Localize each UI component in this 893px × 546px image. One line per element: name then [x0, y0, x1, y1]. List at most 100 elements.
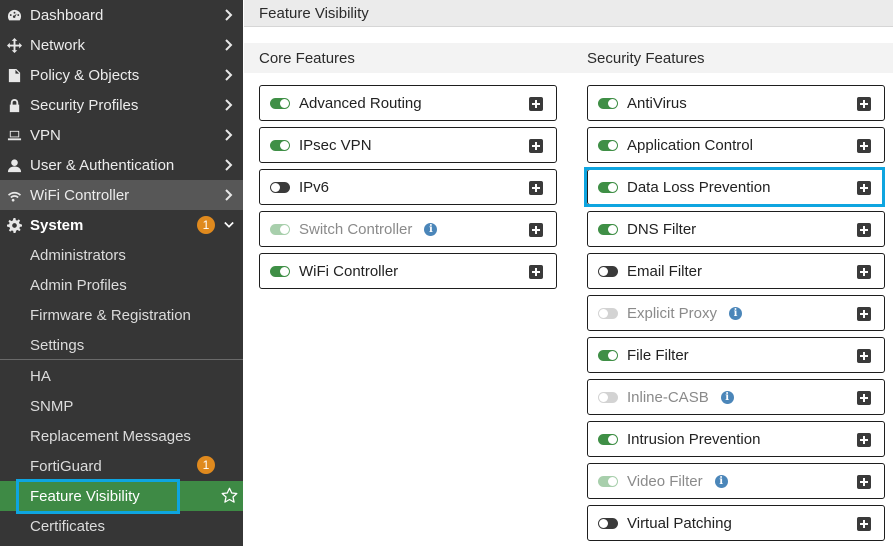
feature-label: Application Control — [627, 136, 753, 154]
sub-item-snmp[interactable]: SNMP — [0, 391, 243, 421]
feature-label: DNS Filter — [627, 220, 697, 238]
nav-user-authentication[interactable]: User & Authentication — [0, 150, 243, 180]
toggle-switch[interactable] — [270, 181, 290, 193]
page-title: Feature Visibility — [244, 0, 893, 27]
feature-label: Data Loss Prevention — [627, 178, 771, 196]
feature-label: IPv6 — [299, 178, 330, 196]
feature-wifi-controller: WiFi Controller — [259, 253, 557, 289]
plus-square-icon[interactable] — [857, 181, 871, 195]
plus-square-icon[interactable] — [857, 223, 871, 237]
sub-item-ha[interactable]: HA — [0, 361, 243, 391]
feature-dns-filter: DNS Filter — [587, 211, 885, 247]
plus-square-icon[interactable] — [857, 517, 871, 531]
feature-label: Explicit Proxy — [627, 304, 718, 322]
user-icon — [5, 156, 23, 174]
plus-square-icon[interactable] — [857, 97, 871, 111]
toggle-switch — [598, 475, 618, 487]
nav-label: Policy & Objects — [30, 66, 140, 84]
nav-vpn[interactable]: VPN — [0, 120, 243, 150]
feature-application-control: Application Control — [587, 127, 885, 163]
feature-label: Advanced Routing — [299, 94, 422, 112]
security-features-header: Security Features — [572, 43, 893, 73]
plus-square-icon[interactable] — [857, 433, 871, 447]
plus-square-icon[interactable] — [529, 181, 543, 195]
plus-square-icon[interactable] — [857, 307, 871, 321]
feature-explicit-proxy: Explicit Proxy i — [587, 295, 885, 331]
plus-square-icon[interactable] — [529, 265, 543, 279]
sidebar: Dashboard Network Policy & Objects Secur… — [0, 0, 243, 546]
info-icon[interactable]: i — [720, 390, 734, 404]
feature-ipv6: IPv6 — [259, 169, 557, 205]
nav-security-profiles[interactable]: Security Profiles — [0, 90, 243, 120]
plus-square-icon[interactable] — [857, 265, 871, 279]
chevron-right-icon — [221, 129, 237, 141]
chevron-right-icon — [221, 69, 237, 81]
plus-square-icon[interactable] — [857, 475, 871, 489]
feature-label: AntiVirus — [627, 94, 687, 112]
feature-advanced-routing: Advanced Routing — [259, 85, 557, 121]
feature-file-filter: File Filter — [587, 337, 885, 373]
notification-badge: 1 — [197, 216, 215, 234]
feature-email-filter: Email Filter — [587, 253, 885, 289]
feature-label: Email Filter — [627, 262, 703, 280]
plus-square-icon[interactable] — [529, 223, 543, 237]
chevron-right-icon — [221, 39, 237, 51]
nav-label: Security Profiles — [30, 96, 139, 114]
chevron-right-icon — [221, 99, 237, 111]
info-icon[interactable]: i — [424, 222, 438, 236]
nav-wifi-controller[interactable]: WiFi Controller — [0, 180, 243, 210]
chevron-right-icon — [221, 159, 237, 171]
feature-label: WiFi Controller — [299, 262, 399, 280]
nav-policy-objects[interactable]: Policy & Objects — [0, 60, 243, 90]
laptop-icon — [5, 126, 23, 144]
plus-square-icon[interactable] — [857, 139, 871, 153]
policy-icon — [5, 66, 23, 84]
chevron-down-icon — [221, 219, 237, 231]
toggle-switch[interactable] — [598, 517, 618, 529]
toggle-switch[interactable] — [598, 433, 618, 445]
plus-square-icon[interactable] — [857, 349, 871, 363]
feature-intrusion-prevention: Intrusion Prevention — [587, 421, 885, 457]
nav-network[interactable]: Network — [0, 30, 243, 60]
feature-label: Virtual Patching — [627, 514, 732, 532]
feature-label: Switch Controller — [299, 220, 413, 238]
feature-label: File Filter — [627, 346, 689, 364]
nav-label: User & Authentication — [30, 156, 175, 174]
notification-badge: 1 — [197, 456, 215, 474]
sub-item-admin-profiles[interactable]: Admin Profiles — [0, 270, 243, 300]
toggle-switch[interactable] — [598, 265, 618, 277]
toggle-switch[interactable] — [270, 139, 290, 151]
feature-antivirus: AntiVirus — [587, 85, 885, 121]
toggle-switch[interactable] — [270, 265, 290, 277]
plus-square-icon[interactable] — [529, 139, 543, 153]
feature-data-loss-prevention: Data Loss Prevention — [587, 169, 885, 205]
network-icon — [5, 36, 23, 54]
sub-item-settings[interactable]: Settings — [0, 330, 243, 360]
info-icon[interactable]: i — [714, 474, 728, 488]
feature-video-filter: Video Filter i — [587, 463, 885, 499]
core-features-header: Core Features — [244, 43, 572, 73]
chevron-right-icon — [221, 9, 237, 21]
sub-item-certificates[interactable]: Certificates — [0, 511, 243, 541]
toggle-switch[interactable] — [598, 97, 618, 109]
toggle-switch[interactable] — [598, 139, 618, 151]
plus-square-icon[interactable] — [529, 97, 543, 111]
nav-dashboard[interactable]: Dashboard — [0, 0, 243, 30]
info-icon[interactable]: i — [729, 306, 743, 320]
feature-label: Inline-CASB — [627, 388, 709, 406]
toggle-switch[interactable] — [598, 223, 618, 235]
star-icon[interactable] — [221, 487, 239, 505]
sub-item-firmware-registration[interactable]: Firmware & Registration — [0, 300, 243, 330]
wifi-icon — [5, 186, 23, 204]
nav-label: VPN — [30, 126, 61, 144]
toggle-switch[interactable] — [270, 97, 290, 109]
nav-label: WiFi Controller — [30, 186, 130, 204]
sub-item-feature-visibility[interactable]: Feature Visibility — [0, 481, 243, 511]
toggle-switch[interactable] — [598, 349, 618, 361]
sub-item-administrators[interactable]: Administrators — [0, 240, 243, 270]
feature-ipsec-vpn: IPsec VPN — [259, 127, 557, 163]
feature-label: Intrusion Prevention — [627, 430, 761, 448]
toggle-switch[interactable] — [598, 181, 618, 193]
plus-square-icon[interactable] — [857, 391, 871, 405]
sub-item-replacement-messages[interactable]: Replacement Messages — [0, 421, 243, 451]
